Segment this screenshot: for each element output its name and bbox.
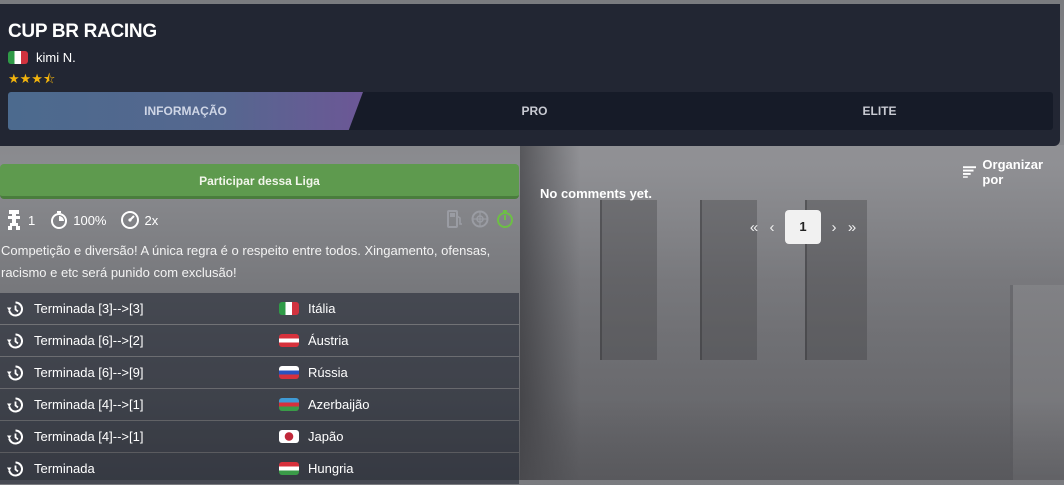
event-country: Itália	[308, 301, 336, 316]
assist-icons	[445, 209, 514, 229]
tab-informacao[interactable]: INFORMAÇÃO	[8, 92, 363, 130]
history-icon	[7, 461, 23, 477]
speedometer-icon	[120, 210, 140, 230]
league-tabs: INFORMAÇÃO PRO ELITE	[8, 92, 1053, 130]
pitstop-icon	[4, 210, 24, 230]
fuel-pump-icon	[445, 209, 464, 229]
league-settings: 1 100% 2x	[4, 209, 158, 231]
sort-label: Organizar por	[982, 157, 1044, 187]
event-status: Terminada	[34, 461, 95, 476]
page-button[interactable]: 1	[785, 210, 821, 244]
league-title: CUP BR RACING	[8, 21, 157, 42]
join-league-button[interactable]: Participar dessa Liga	[0, 164, 519, 199]
next-page-icon[interactable]: ›	[825, 219, 843, 236]
prev-page-icon[interactable]: ‹	[763, 219, 781, 236]
history-icon	[7, 397, 23, 413]
japan-flag-icon	[279, 430, 299, 443]
history-icon	[7, 301, 23, 317]
league-description: Competição e diversão! A única regra é o…	[1, 243, 491, 280]
event-status: Terminada [6]-->[9]	[34, 365, 144, 380]
tab-elite[interactable]: ELITE	[706, 92, 1053, 130]
league-header: CUP BR RACING kimi N. ★★★⯪ INFORMAÇÃO PR…	[0, 4, 1060, 146]
first-page-icon[interactable]: «	[745, 219, 763, 236]
comments-pagination: « ‹ 1 › »	[745, 210, 861, 244]
league-owner[interactable]: kimi N.	[8, 50, 76, 65]
italy-flag-icon	[8, 51, 28, 64]
event-row[interactable]: Terminada [4]-->[1] Azerbaijão	[0, 389, 519, 420]
tyre-wear-value: 2x	[144, 212, 159, 228]
sort-lines-icon	[963, 166, 977, 178]
event-status: Terminada [6]-->[2]	[34, 333, 144, 348]
tyre-icon	[470, 209, 489, 229]
last-page-icon[interactable]: »	[843, 219, 861, 236]
event-row[interactable]: Terminada [6]-->[2] Áustria	[0, 325, 519, 356]
history-icon	[7, 333, 23, 349]
event-status: Terminada [4]-->[1]	[34, 397, 144, 412]
austria-flag-icon	[279, 334, 299, 347]
event-row[interactable]: Terminada [4]-->[1] Japão	[0, 421, 519, 452]
event-row[interactable]: Terminada [6]-->[9] Rússia	[0, 357, 519, 388]
event-status: Terminada [4]-->[1]	[34, 429, 144, 444]
event-country: Hungria	[308, 461, 354, 476]
rating-stars: ★★★⯪	[8, 71, 56, 86]
stopwatch-icon	[49, 210, 69, 230]
event-country: Azerbaijão	[308, 397, 370, 412]
event-country: Japão	[308, 429, 344, 444]
italy-flag-icon	[279, 302, 299, 315]
events-list: Terminada [3]-->[3] Itália Terminada [6]…	[0, 293, 519, 485]
hungary-flag-icon	[279, 462, 299, 475]
event-row[interactable]: Terminada [3]-->[3] Itália	[0, 293, 519, 324]
russia-flag-icon	[279, 366, 299, 379]
pitstops-value: 1	[28, 212, 36, 228]
history-icon	[7, 365, 23, 381]
event-status: Terminada [3]-->[3]	[34, 301, 144, 316]
sort-comments-button[interactable]: Organizar por	[963, 157, 1064, 187]
timer-icon	[495, 209, 514, 229]
fuel-value: 100%	[73, 212, 107, 228]
azerbaijan-flag-icon	[279, 398, 299, 411]
tab-pro[interactable]: PRO	[363, 92, 706, 130]
event-country: Áustria	[308, 333, 349, 348]
history-icon	[7, 429, 23, 445]
event-row[interactable]: Terminada Hungria	[0, 453, 519, 484]
event-country: Rússia	[308, 365, 348, 380]
background-panel	[600, 200, 657, 360]
no-comments-text: No comments yet.	[540, 186, 652, 201]
owner-name: kimi N.	[36, 50, 76, 65]
